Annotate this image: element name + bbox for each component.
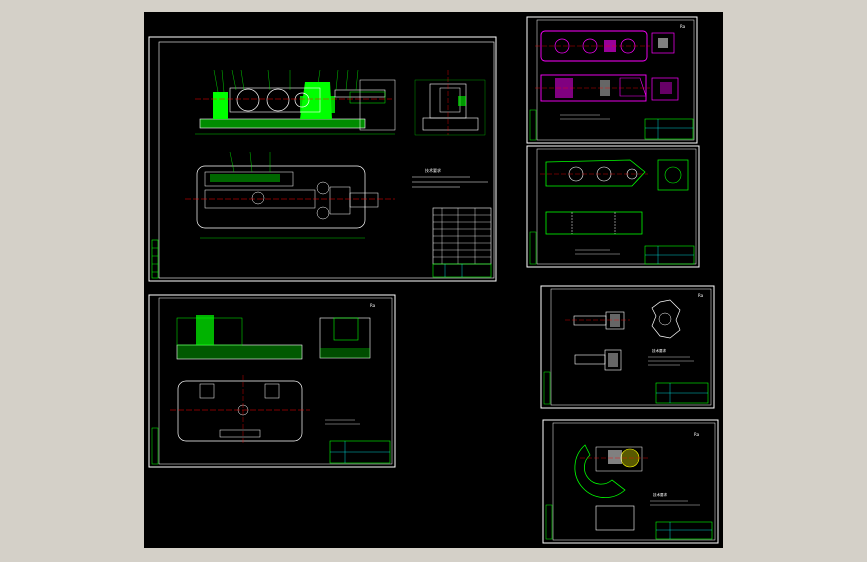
svg-text:技术要求: 技术要求 [425,167,441,173]
svg-text:Ra: Ra [680,24,686,29]
model-space [144,12,723,548]
svg-text:Ra: Ra [370,303,376,308]
svg-text:技术要求: 技术要求 [653,492,667,497]
cad-drawing-canvas: 技术要求 Ra Ra Ra 技术要求 Ra 技术要求 [144,12,723,548]
svg-text:Ra: Ra [694,432,700,437]
svg-text:技术要求: 技术要求 [652,348,666,353]
svg-text:Ra: Ra [698,293,704,298]
